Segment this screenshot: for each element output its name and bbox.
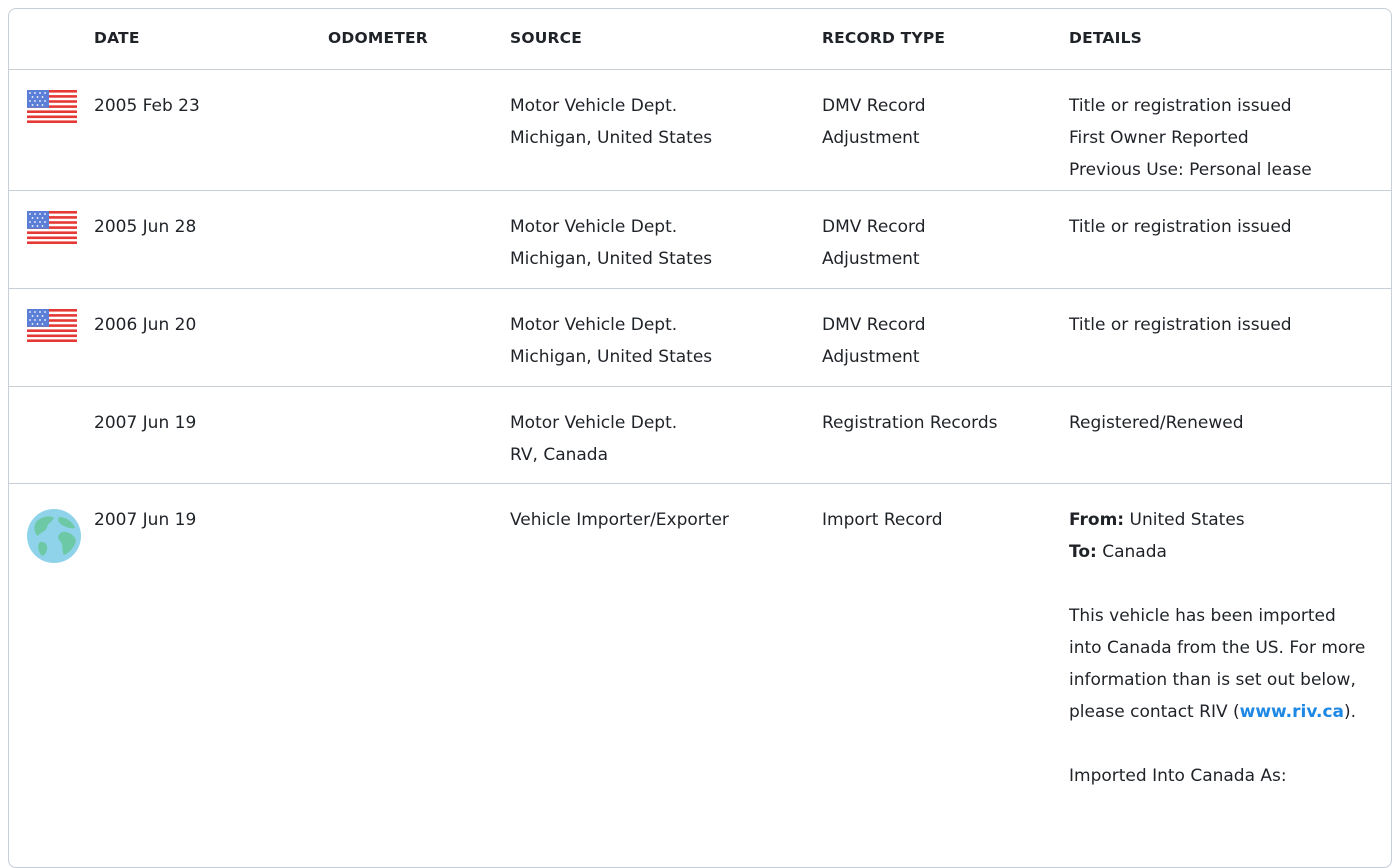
detail-line: Title or registration issued [1069,217,1292,237]
to-label: To: [1069,542,1097,562]
type-line: Import Record [822,510,943,530]
header-source: SOURCE [510,29,583,47]
row-source: Motor Vehicle Dept. Michigan, United Sta… [510,90,712,154]
import-notice: This vehicle has been imported into Cana… [1069,600,1369,728]
table-row: 2007 Jun 19 Vehicle Importer/Exporter Im… [9,484,1391,867]
row-record-type: Import Record [822,504,943,536]
source-line: Michigan, United States [510,128,713,148]
import-to-line: To: Canada [1069,536,1369,568]
type-line: DMV Record [822,315,926,335]
import-from-line: From: United States [1069,504,1369,536]
detail-line: Title or registration issued [1069,315,1292,335]
row-source: Motor Vehicle Dept. Michigan, United Sta… [510,309,712,373]
row-date: 2007 Jun 19 [94,510,197,530]
row-date: 2005 Jun 28 [94,217,197,237]
import-notice-end: ). [1344,702,1357,722]
source-line: Michigan, United States [510,249,713,269]
type-line: Adjustment [822,249,920,269]
row-source: Motor Vehicle Dept. RV, Canada [510,407,677,471]
detail-line: Registered/Renewed [1069,413,1244,433]
row-details: Title or registration issued [1069,309,1292,341]
us-flag-icon [27,90,77,123]
header-details: DETAILS [1069,29,1143,47]
header-record-type: RECORD TYPE [822,29,946,47]
row-record-type: DMV Record Adjustment [822,211,926,275]
row-source: Vehicle Importer/Exporter [510,504,729,536]
source-line: Motor Vehicle Dept. [510,315,678,335]
detail-line: First Owner Reported [1069,128,1249,148]
table-row: 2005 Feb 23 Motor Vehicle Dept. Michigan… [9,70,1391,191]
us-flag-icon [27,309,77,342]
row-record-type: Registration Records [822,407,998,439]
row-details: Title or registration issued First Owner… [1069,90,1312,186]
row-record-type: DMV Record Adjustment [822,90,926,154]
from-value: United States [1124,510,1245,530]
table-row: 2006 Jun 20 Motor Vehicle Dept. Michigan… [9,289,1391,387]
row-date: 2007 Jun 19 [94,413,197,433]
type-line: Registration Records [822,413,998,433]
source-line: Vehicle Importer/Exporter [510,510,729,530]
row-details: From: United States To: Canada This vehi… [1069,504,1369,792]
row-date: 2006 Jun 20 [94,315,197,335]
source-line: Motor Vehicle Dept. [510,413,678,433]
source-line: Motor Vehicle Dept. [510,96,678,116]
riv-link[interactable]: www.riv.ca [1240,702,1344,722]
type-line: Adjustment [822,347,920,367]
table-row: 2007 Jun 19 Motor Vehicle Dept. RV, Cana… [9,387,1391,484]
row-details: Registered/Renewed [1069,407,1244,439]
row-source: Motor Vehicle Dept. Michigan, United Sta… [510,211,712,275]
source-line: Motor Vehicle Dept. [510,217,678,237]
globe-icon [27,509,81,563]
row-record-type: DMV Record Adjustment [822,309,926,373]
type-line: Adjustment [822,128,920,148]
table-header: DATE ODOMETER SOURCE RECORD TYPE DETAILS [9,9,1391,70]
source-line: RV, Canada [510,445,609,465]
type-line: DMV Record [822,217,926,237]
vehicle-history-table: DATE ODOMETER SOURCE RECORD TYPE DETAILS… [8,8,1392,868]
header-odometer: ODOMETER [328,29,428,47]
row-details: Title or registration issued [1069,211,1292,243]
from-label: From: [1069,510,1125,530]
imported-as-label: Imported Into Canada As: [1069,766,1287,786]
detail-line: Previous Use: Personal lease [1069,160,1312,180]
type-line: DMV Record [822,96,926,116]
source-line: Michigan, United States [510,347,713,367]
table-row: 2005 Jun 28 Motor Vehicle Dept. Michigan… [9,191,1391,289]
to-value: Canada [1096,542,1167,562]
header-date: DATE [94,29,140,47]
detail-line: Title or registration issued [1069,96,1292,116]
us-flag-icon [27,211,77,244]
row-date: 2005 Feb 23 [94,96,200,116]
